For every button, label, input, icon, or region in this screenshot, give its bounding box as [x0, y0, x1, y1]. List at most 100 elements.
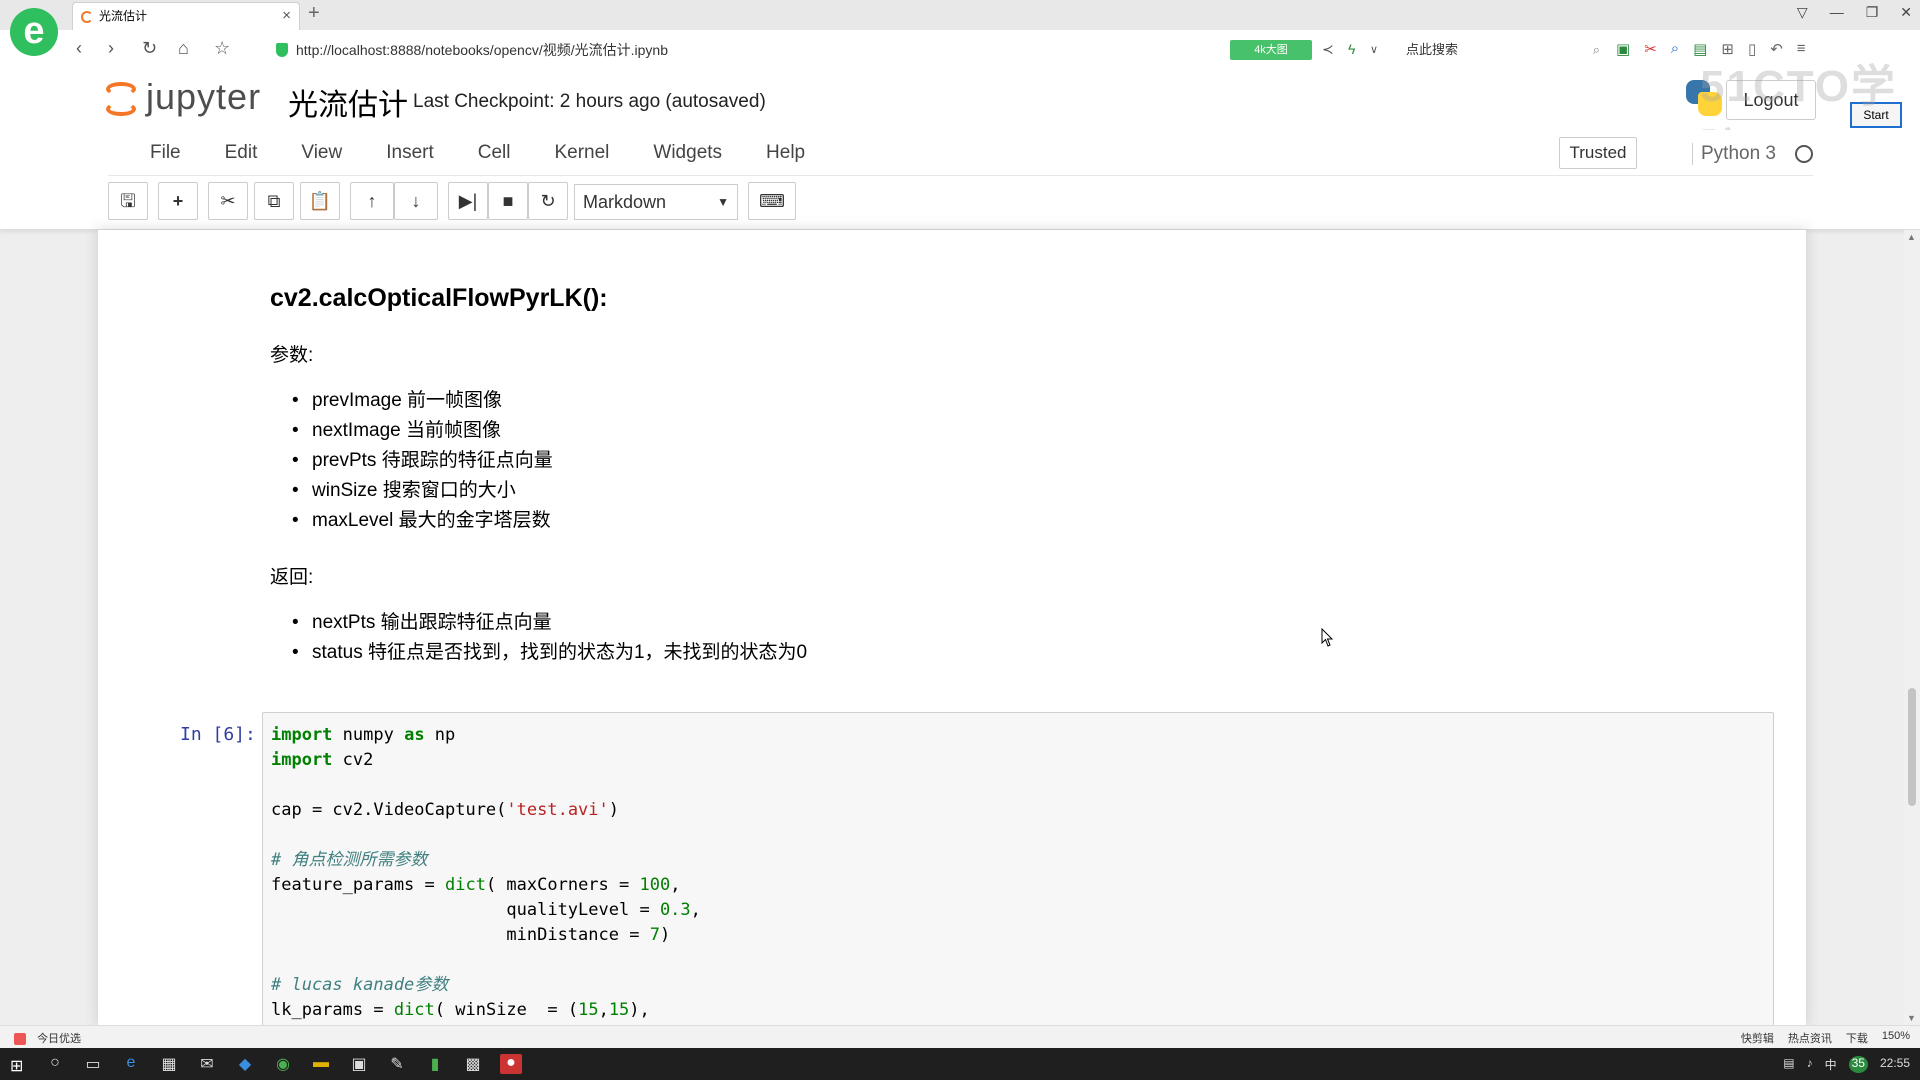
url-field[interactable]: http://localhost:8888/notebooks/opencv/视… — [272, 36, 1372, 64]
list-item: winSize 搜索窗口的大小 — [290, 476, 553, 506]
share-icon[interactable]: ≺ — [1322, 41, 1334, 58]
insert-cell-button[interactable]: + — [158, 182, 198, 220]
bookmark-star-icon[interactable]: ☆ — [214, 38, 230, 59]
back-icon[interactable]: ‹ — [76, 38, 82, 59]
ime-icon[interactable]: 中 — [1825, 1056, 1837, 1073]
code-editor[interactable]: import numpy as np import cv2 cap = cv2.Vi… — [262, 712, 1774, 1025]
notebook-title[interactable]: 光流估计 — [288, 80, 408, 124]
download-item[interactable]: 下载 — [1846, 1030, 1868, 1046]
app-icon[interactable]: ▩ — [462, 1054, 484, 1074]
menu-insert[interactable]: Insert — [364, 130, 456, 176]
input-prompt: In [6]: — [180, 724, 256, 745]
chrome-icon[interactable]: ◉ — [272, 1054, 294, 1074]
url-text: http://localhost:8888/notebooks/opencv/视… — [296, 42, 668, 58]
code-line: feature_params = dict( maxCorners = 100, — [271, 875, 681, 895]
chevron-down-icon[interactable]: ∨ — [1370, 43, 1378, 56]
folder-icon[interactable]: ▬ — [310, 1054, 332, 1074]
search-input[interactable]: 点此搜索 ⌕ — [1400, 38, 1600, 62]
cell-type-select[interactable]: Markdown ▼ — [574, 184, 738, 220]
stop-icon: ■ — [502, 191, 514, 211]
translate-icon[interactable]: ▣ — [1616, 40, 1630, 58]
quick-edit-item[interactable]: 快剪辑 — [1741, 1030, 1774, 1046]
kernel-name: Python 3 — [1692, 143, 1776, 165]
move-down-button[interactable]: ↓ — [394, 182, 438, 220]
code-line: lk_params = dict( winSize = (15,15), — [271, 1000, 650, 1020]
recorder-icon[interactable]: ● — [500, 1054, 522, 1074]
network-icon[interactable]: ▤ — [1783, 1056, 1794, 1073]
status-left[interactable]: 今日优选 — [14, 1030, 81, 1046]
menu-file[interactable]: File — [128, 130, 203, 176]
returns-list: nextPts 输出跟踪特征点向量 status 特征点是否找到，找到的状态为1… — [290, 608, 807, 668]
restart-button[interactable]: ↻ — [528, 182, 568, 220]
zoom-level[interactable]: 150% — [1882, 1030, 1910, 1046]
list-item: nextImage 当前帧图像 — [290, 416, 553, 446]
paste-button[interactable]: 📋 — [300, 182, 340, 220]
menu-widgets[interactable]: Widgets — [631, 130, 744, 176]
checkpoint-status: Last Checkpoint: 2 hours ago (autosaved) — [413, 91, 766, 112]
browser-tab[interactable]: 光流估计 × — [72, 2, 300, 30]
system-tray: ▤ ♪ 中 35 22:55 — [1783, 1056, 1910, 1073]
paste-icon: 📋 — [308, 191, 332, 211]
code-cell[interactable]: In [6]: import numpy as np import cv2 cap … — [98, 712, 1806, 1025]
new-tab-icon[interactable]: + — [308, 2, 320, 25]
terminal-icon[interactable]: ▮ — [424, 1054, 446, 1074]
scissors-icon[interactable]: ✂ — [1644, 40, 1657, 58]
scroll-up-icon[interactable]: ▲ — [1907, 232, 1916, 242]
forward-icon[interactable]: › — [108, 38, 114, 59]
copy-button[interactable]: ⧉ — [254, 182, 294, 220]
badge[interactable]: 35 — [1848, 1056, 1868, 1073]
tool-icon[interactable]: ✎ — [386, 1054, 408, 1074]
search-placeholder: 点此搜索 — [1406, 42, 1459, 57]
menu-cell[interactable]: Cell — [456, 130, 533, 176]
vscode-icon[interactable]: ◆ — [234, 1054, 256, 1074]
scroll-down-icon[interactable]: ▼ — [1907, 1013, 1916, 1023]
browser-logo-icon: e — [10, 8, 58, 56]
refresh-icon[interactable]: ↻ — [142, 38, 157, 59]
edge-icon[interactable]: e — [120, 1054, 142, 1074]
window-icon[interactable]: ▣ — [348, 1054, 370, 1074]
pin-icon[interactable]: ▽ — [1797, 4, 1808, 21]
page-scrollbar[interactable]: ▲ ▼ — [1904, 230, 1920, 1025]
run-button[interactable]: ▶| — [448, 182, 488, 220]
close-icon[interactable]: × — [282, 3, 291, 29]
move-up-button[interactable]: ↑ — [350, 182, 394, 220]
restart-icon: ↻ — [540, 191, 556, 211]
hot-news-item[interactable]: 热点资讯 — [1788, 1030, 1832, 1046]
copy-icon: ⧉ — [267, 191, 281, 211]
trusted-button[interactable]: Trusted — [1559, 137, 1637, 169]
menu-kernel[interactable]: Kernel — [532, 130, 631, 176]
scroll-thumb[interactable] — [1908, 688, 1916, 806]
windows-start-icon[interactable]: ⊞ — [10, 1056, 23, 1076]
menu-help[interactable]: Help — [744, 130, 827, 176]
home-icon[interactable]: ⌂ — [178, 38, 189, 59]
magnifier-icon[interactable]: ⌕ — [1671, 40, 1679, 58]
interrupt-button[interactable]: ■ — [488, 182, 528, 220]
run-icon: ▶| — [458, 191, 478, 211]
menubar: File Edit View Insert Cell Kernel Widget… — [108, 130, 1813, 176]
task-view-icon[interactable]: ▭ — [82, 1054, 104, 1074]
status-right: 快剪辑 热点资讯 下载 150% — [1741, 1030, 1910, 1046]
volume-icon[interactable]: ♪ — [1807, 1056, 1813, 1073]
minimize-icon[interactable]: — — [1830, 4, 1844, 21]
cut-button[interactable]: ✂ — [208, 182, 248, 220]
restore-icon[interactable]: ❐ — [1866, 4, 1879, 21]
list-item: maxLevel 最大的金字塔层数 — [290, 506, 553, 536]
save-button[interactable]: 🖫 — [108, 182, 148, 220]
address-bar: ‹ › ↻ ⌂ ☆ http://localhost:8888/notebook… — [0, 30, 1920, 70]
close-window-icon[interactable]: ✕ — [1900, 4, 1912, 21]
hd-image-button[interactable]: 4k大图 — [1230, 40, 1312, 60]
jupyter-logo-icon — [104, 80, 138, 118]
keyboard-icon: ⌨ — [759, 191, 785, 211]
mail-icon[interactable]: ✉ — [196, 1054, 218, 1074]
menu-edit[interactable]: Edit — [203, 130, 280, 176]
store-icon[interactable]: ▦ — [158, 1054, 180, 1074]
lightning-icon[interactable]: ϟ — [1348, 41, 1355, 57]
clock: 22:55 — [1879, 1056, 1910, 1070]
menu-view[interactable]: View — [279, 130, 364, 176]
taskbar-apps: ○ ▭ e ▦ ✉ ◆ ◉ ▬ ▣ ✎ ▮ ▩ ● — [44, 1054, 522, 1074]
command-palette-button[interactable]: ⌨ — [748, 182, 796, 220]
search-icon[interactable]: ⌕ — [1593, 38, 1600, 62]
search-circle-icon[interactable]: ○ — [44, 1054, 66, 1074]
